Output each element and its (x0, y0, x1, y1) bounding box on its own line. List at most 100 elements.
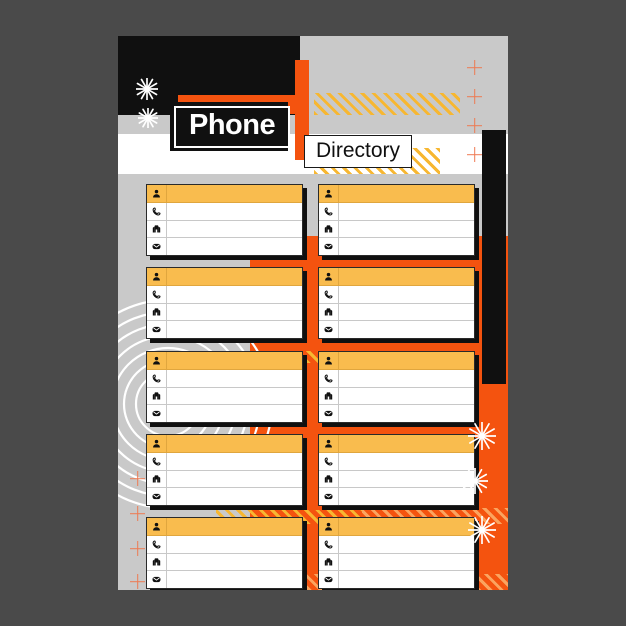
contact-field-row-address[interactable] (319, 303, 474, 322)
contact-name-input[interactable] (167, 268, 302, 285)
envelope-icon (147, 238, 167, 255)
contact-phone-input[interactable] (339, 536, 474, 553)
contact-email-input[interactable] (339, 488, 474, 505)
contact-field-row-address[interactable] (147, 387, 302, 406)
contact-card[interactable] (318, 517, 475, 589)
contact-field-row-address[interactable] (319, 387, 474, 406)
contact-email-input[interactable] (167, 488, 302, 505)
contact-name-input[interactable] (167, 518, 302, 535)
contact-field-row-name[interactable] (147, 435, 302, 453)
contact-card[interactable] (318, 351, 475, 423)
contact-phone-input[interactable] (339, 203, 474, 220)
contact-field-row-address[interactable] (319, 470, 474, 489)
page-title-directory: Directory (304, 135, 413, 168)
contact-address-input[interactable] (339, 304, 474, 321)
contact-field-row-name[interactable] (319, 268, 474, 286)
contact-field-row-address[interactable] (319, 220, 474, 239)
contact-field-row-phone[interactable] (319, 285, 474, 304)
contact-address-input[interactable] (339, 388, 474, 405)
contact-email-input[interactable] (339, 321, 474, 338)
contact-name-input[interactable] (339, 352, 474, 369)
contact-name-input[interactable] (167, 352, 302, 369)
contact-address-input[interactable] (339, 221, 474, 238)
contact-card[interactable] (146, 267, 303, 339)
contact-field-row-email[interactable] (319, 238, 474, 255)
contact-name-input[interactable] (339, 268, 474, 285)
contact-field-row-email[interactable] (147, 571, 302, 588)
contact-address-input[interactable] (167, 554, 302, 571)
contact-phone-input[interactable] (167, 203, 302, 220)
envelope-icon (147, 488, 167, 505)
contact-email-input[interactable] (167, 238, 302, 255)
contact-phone-input[interactable] (339, 453, 474, 470)
contact-field-row-email[interactable] (319, 405, 474, 422)
contact-field-row-email[interactable] (319, 321, 474, 338)
contact-email-input[interactable] (339, 571, 474, 588)
contact-name-input[interactable] (339, 435, 474, 452)
contact-name-input[interactable] (167, 185, 302, 202)
contact-field-row-phone[interactable] (319, 369, 474, 388)
contact-field-row-phone[interactable] (147, 202, 302, 221)
contact-address-input[interactable] (167, 304, 302, 321)
contact-email-input[interactable] (339, 238, 474, 255)
contact-card[interactable] (146, 184, 303, 256)
contact-field-row-phone[interactable] (147, 452, 302, 471)
contact-phone-input[interactable] (167, 453, 302, 470)
contact-phone-input[interactable] (339, 370, 474, 387)
contact-field-row-name[interactable] (319, 352, 474, 370)
contact-email-input[interactable] (339, 405, 474, 422)
contact-phone-input[interactable] (167, 536, 302, 553)
contact-phone-input[interactable] (167, 286, 302, 303)
building-icon (147, 553, 167, 571)
contact-address-input[interactable] (167, 471, 302, 488)
contact-card[interactable] (146, 517, 303, 589)
contact-card[interactable] (318, 434, 475, 506)
contact-card[interactable] (146, 351, 303, 423)
building-icon (319, 387, 339, 405)
contact-field-row-email[interactable] (147, 321, 302, 338)
contact-field-row-email[interactable] (319, 571, 474, 588)
contact-field-row-address[interactable] (319, 553, 474, 572)
contact-phone-input[interactable] (167, 370, 302, 387)
phone-icon (319, 535, 339, 553)
contact-field-row-email[interactable] (147, 238, 302, 255)
contact-field-row-address[interactable] (147, 470, 302, 489)
contact-field-row-name[interactable] (319, 518, 474, 536)
contact-field-row-name[interactable] (147, 185, 302, 203)
contact-field-row-phone[interactable] (319, 452, 474, 471)
contact-field-row-name[interactable] (147, 352, 302, 370)
contact-email-input[interactable] (167, 405, 302, 422)
contact-phone-input[interactable] (339, 286, 474, 303)
contact-field-row-name[interactable] (319, 185, 474, 203)
contact-field-row-address[interactable] (147, 303, 302, 322)
contact-field-row-name[interactable] (147, 518, 302, 536)
contact-card[interactable] (318, 184, 475, 256)
contact-field-row-phone[interactable] (319, 535, 474, 554)
contact-field-row-name[interactable] (319, 435, 474, 453)
contact-field-row-phone[interactable] (147, 369, 302, 388)
contact-card[interactable] (318, 267, 475, 339)
contact-email-input[interactable] (167, 321, 302, 338)
contact-name-input[interactable] (339, 518, 474, 535)
contact-card[interactable] (146, 434, 303, 506)
contact-field-row-phone[interactable] (319, 202, 474, 221)
contact-field-row-address[interactable] (147, 553, 302, 572)
contact-field-row-address[interactable] (147, 220, 302, 239)
contact-address-input[interactable] (339, 554, 474, 571)
contact-field-row-phone[interactable] (147, 535, 302, 554)
contact-address-input[interactable] (339, 471, 474, 488)
contact-field-row-email[interactable] (147, 488, 302, 505)
contact-field-row-email[interactable] (319, 488, 474, 505)
contact-field-row-name[interactable] (147, 268, 302, 286)
contact-name-input[interactable] (167, 435, 302, 452)
contact-name-input[interactable] (339, 185, 474, 202)
envelope-icon (319, 405, 339, 422)
contact-field-row-email[interactable] (147, 405, 302, 422)
contact-email-input[interactable] (167, 571, 302, 588)
contact-field-row-phone[interactable] (147, 285, 302, 304)
contact-address-input[interactable] (167, 221, 302, 238)
contact-address-input[interactable] (167, 388, 302, 405)
person-icon (147, 435, 167, 452)
person-icon (147, 518, 167, 535)
envelope-icon (319, 488, 339, 505)
